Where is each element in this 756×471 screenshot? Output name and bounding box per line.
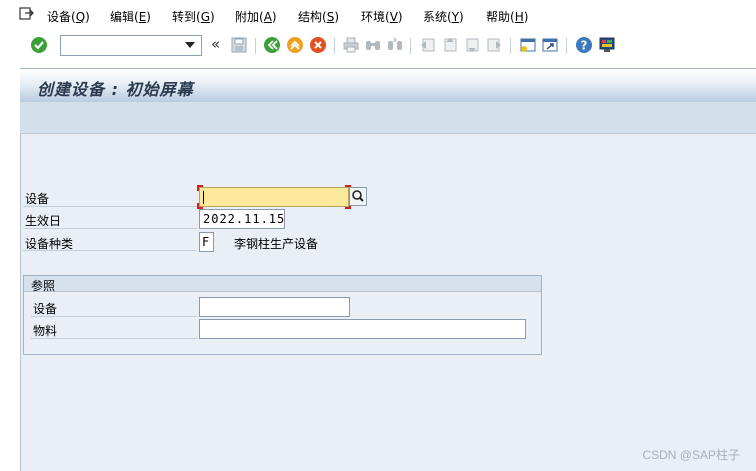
toolbar-separator: [410, 38, 411, 54]
application-toolbar: [20, 102, 756, 134]
toolbar-separator: [566, 38, 567, 54]
next-page-icon[interactable]: [463, 36, 481, 54]
menu-extras[interactable]: 附加(A): [235, 8, 277, 25]
label-underline: [31, 316, 197, 317]
label-underline: [23, 206, 197, 207]
equipment-label: 设备: [25, 192, 50, 206]
reference-material-field[interactable]: [199, 319, 526, 339]
title-bar: 创建设备 : 初始屏幕: [20, 68, 756, 102]
menu-environment[interactable]: 环境(V): [361, 8, 403, 25]
menu-goto[interactable]: 转到(G): [172, 8, 215, 25]
toolbar-separator: [255, 38, 256, 54]
find-next-icon[interactable]: [386, 36, 404, 54]
label-underline: [23, 228, 197, 229]
menu-system[interactable]: 系统(Y): [423, 8, 464, 25]
reference-equipment-label: 设备: [33, 302, 58, 316]
svg-text:?: ?: [581, 39, 588, 53]
chevron-down-icon[interactable]: [185, 42, 195, 48]
label-underline: [23, 250, 197, 251]
collapse-glyph[interactable]: «: [211, 35, 220, 53]
reference-equipment-field[interactable]: [199, 297, 350, 317]
menu-help[interactable]: 帮助(H): [486, 8, 528, 25]
menu-equipment[interactable]: 设备(Q): [47, 8, 90, 25]
reference-group-title: 参照: [31, 279, 56, 293]
previous-page-icon[interactable]: [441, 36, 459, 54]
window-menu-icon[interactable]: [19, 7, 35, 21]
menu-structure[interactable]: 结构(S): [298, 8, 339, 25]
last-page-icon[interactable]: [485, 36, 503, 54]
required-marker: [197, 185, 203, 191]
menu-edit[interactable]: 编辑(E): [110, 8, 151, 25]
equipment-category-description: 李钢柱生产设备: [234, 237, 319, 251]
text-cursor: [203, 191, 204, 204]
reference-material-label: 物料: [33, 324, 58, 338]
equipment-category-field[interactable]: F: [199, 232, 214, 252]
value-help-button[interactable]: [349, 187, 367, 206]
back-icon[interactable]: [263, 36, 281, 54]
toolbar-separator: [510, 38, 511, 54]
toolbar-separator: [334, 38, 335, 54]
new-session-icon[interactable]: [519, 36, 537, 54]
equipment-field[interactable]: [199, 187, 349, 207]
command-field[interactable]: [60, 35, 202, 56]
enter-icon[interactable]: [30, 36, 48, 54]
print-icon[interactable]: [342, 36, 360, 54]
save-icon[interactable]: [230, 36, 248, 54]
cancel-icon[interactable]: [309, 36, 327, 54]
customize-layout-icon[interactable]: [598, 36, 616, 54]
shortcut-icon[interactable]: [541, 36, 559, 54]
page-title: 创建设备 : 初始屏幕: [37, 80, 194, 99]
reference-group-header: 参照: [24, 276, 541, 293]
label-underline: [31, 338, 197, 339]
search-icon: [352, 190, 364, 202]
valid-from-field[interactable]: 2022.11.15: [199, 209, 285, 229]
exit-icon[interactable]: [286, 36, 304, 54]
help-icon[interactable]: ?: [575, 36, 593, 54]
left-margin: [0, 60, 20, 471]
valid-from-label: 生效日: [25, 214, 62, 228]
menu-bar: 设备(Q) 编辑(E) 转到(G) 附加(A) 结构(S) 环境(V) 系统(Y…: [0, 0, 756, 32]
watermark: CSDN @SAP柱子: [642, 448, 740, 462]
find-icon[interactable]: [364, 36, 382, 54]
first-page-icon[interactable]: [419, 36, 437, 54]
